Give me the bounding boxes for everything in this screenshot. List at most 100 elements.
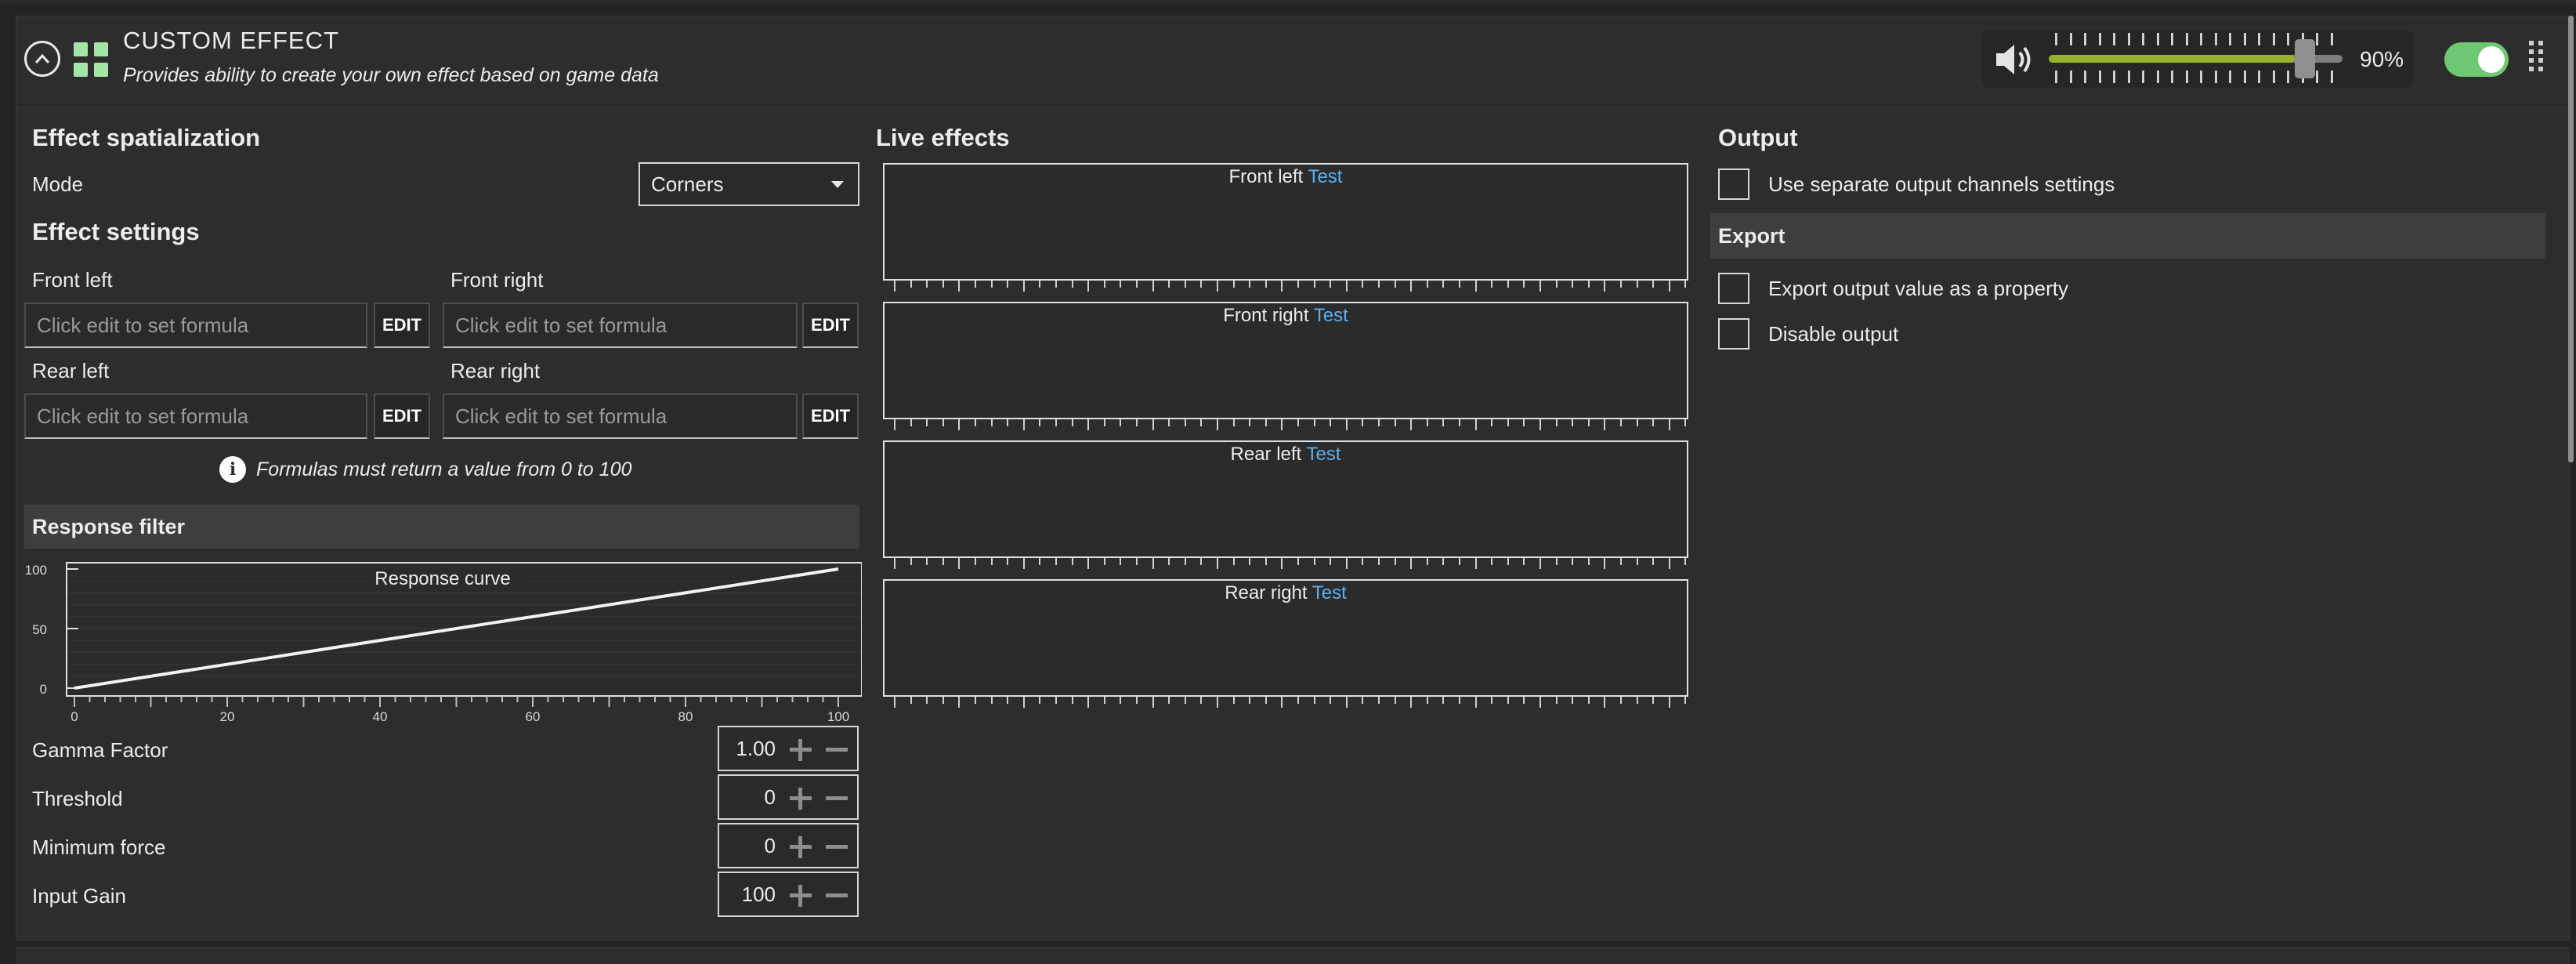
live-tick <box>1039 697 1041 704</box>
disable-output-checkbox[interactable] <box>1718 318 1749 350</box>
live-tick <box>1539 697 1541 708</box>
live-tick <box>1232 697 1235 704</box>
edit-button-rear-left[interactable]: EDIT <box>374 393 430 439</box>
live-tick <box>1217 281 1218 292</box>
test-link-front-right[interactable]: Test <box>1314 305 1348 326</box>
plus-icon[interactable] <box>785 727 816 770</box>
live-tick <box>1410 419 1413 430</box>
live-tick <box>1410 558 1413 569</box>
live-tick <box>926 697 928 704</box>
speaker-icon[interactable] <box>1994 42 2035 77</box>
live-tick <box>1668 558 1670 569</box>
live-tick <box>926 281 928 288</box>
live-tick <box>1200 697 1203 704</box>
live-tick <box>1378 558 1380 565</box>
live-tick <box>1442 558 1445 565</box>
live-tick <box>1394 697 1396 704</box>
live-tick <box>1152 281 1154 292</box>
formula-input-front-right[interactable]: Click edit to set formula <box>443 303 798 348</box>
live-tick <box>1281 281 1283 292</box>
live-tick <box>1378 697 1380 704</box>
volume-slider-thumb[interactable] <box>2295 39 2316 78</box>
minus-icon[interactable] <box>821 873 852 915</box>
plus-icon[interactable] <box>785 873 816 915</box>
param-stepper-gamma[interactable]: 1.00 <box>718 726 859 771</box>
param-label-gamma: Gamma Factor <box>32 738 168 762</box>
live-box-front-right: Front right Test <box>883 302 1688 430</box>
live-tick <box>958 281 961 292</box>
enable-toggle[interactable] <box>2444 42 2509 77</box>
live-tick <box>910 697 912 704</box>
live-tick <box>1684 419 1687 426</box>
edit-button-rear-right[interactable]: EDIT <box>802 393 859 439</box>
live-tick <box>1604 558 1606 569</box>
curve-y-tick-label: 100 <box>25 563 47 578</box>
test-link-rear-right[interactable]: Test <box>1312 582 1347 603</box>
live-tick <box>975 558 976 565</box>
live-tick <box>1442 697 1445 704</box>
toggle-knob <box>2478 46 2505 73</box>
live-tick <box>926 419 928 426</box>
live-tick <box>1587 558 1590 565</box>
live-tick <box>1555 419 1558 426</box>
param-label-input-gain: Input Gain <box>32 884 126 908</box>
param-label-min-force: Minimum force <box>32 835 166 859</box>
live-tick <box>1103 697 1105 704</box>
live-tick <box>1022 281 1025 292</box>
test-link-rear-left[interactable]: Test <box>1306 444 1340 465</box>
slider-tick <box>2243 33 2246 45</box>
slider-tick <box>2142 33 2144 45</box>
param-stepper-threshold[interactable]: 0 <box>718 774 859 820</box>
formula-label-front-right: Front right <box>450 268 544 292</box>
live-tick <box>1297 558 1299 565</box>
live-tick <box>975 419 976 426</box>
export-property-checkbox[interactable] <box>1718 273 1749 304</box>
plus-icon[interactable] <box>785 776 816 818</box>
live-tick <box>1232 558 1235 565</box>
live-tick <box>1523 558 1525 565</box>
live-tick <box>1507 281 1509 288</box>
live-tick <box>1507 419 1509 426</box>
live-tick <box>1055 419 1057 426</box>
formula-input-rear-left[interactable]: Click edit to set formula <box>24 393 367 439</box>
minus-icon[interactable] <box>821 824 852 867</box>
live-tick <box>1330 281 1332 288</box>
volume-slider[interactable] <box>2049 31 2346 88</box>
live-tick <box>1007 558 1009 565</box>
separate-channels-checkbox[interactable] <box>1718 169 1749 200</box>
drag-handle-icon[interactable] <box>2529 41 2543 71</box>
edit-button-front-right[interactable]: EDIT <box>802 303 859 348</box>
live-tick <box>1523 281 1525 288</box>
live-tick <box>1572 697 1574 704</box>
param-stepper-input-gain[interactable]: 100 <box>718 872 859 917</box>
param-stepper-min-force[interactable]: 0 <box>718 823 859 868</box>
vertical-scrollbar[interactable] <box>2568 16 2574 462</box>
live-tick <box>1459 697 1460 704</box>
param-label-threshold: Threshold <box>32 787 123 810</box>
live-tick <box>1136 697 1138 704</box>
minus-icon[interactable] <box>821 727 852 770</box>
live-tick <box>1410 281 1413 292</box>
live-tick <box>1474 697 1477 708</box>
slider-tick <box>2214 33 2217 45</box>
grid-icon <box>74 42 108 77</box>
live-tick <box>1039 419 1041 426</box>
live-tick <box>990 281 993 288</box>
live-tick <box>1152 697 1154 708</box>
edit-button-front-left[interactable]: EDIT <box>374 303 430 348</box>
live-tick <box>1120 281 1122 288</box>
live-tick <box>1313 558 1315 565</box>
collapse-button[interactable] <box>24 41 60 77</box>
slider-tick <box>2142 71 2144 83</box>
minus-icon[interactable] <box>821 776 852 818</box>
plus-icon[interactable] <box>785 824 816 867</box>
live-tick <box>1087 697 1090 708</box>
slider-tick <box>2287 33 2289 45</box>
live-tick <box>894 419 895 430</box>
formula-input-rear-right[interactable]: Click edit to set formula <box>443 393 798 439</box>
live-tick <box>1491 281 1493 288</box>
test-link-front-left[interactable]: Test <box>1308 166 1342 187</box>
formula-input-front-left[interactable]: Click edit to set formula <box>24 303 367 348</box>
mode-select[interactable]: Corners <box>639 162 859 206</box>
live-tick <box>1636 558 1638 565</box>
